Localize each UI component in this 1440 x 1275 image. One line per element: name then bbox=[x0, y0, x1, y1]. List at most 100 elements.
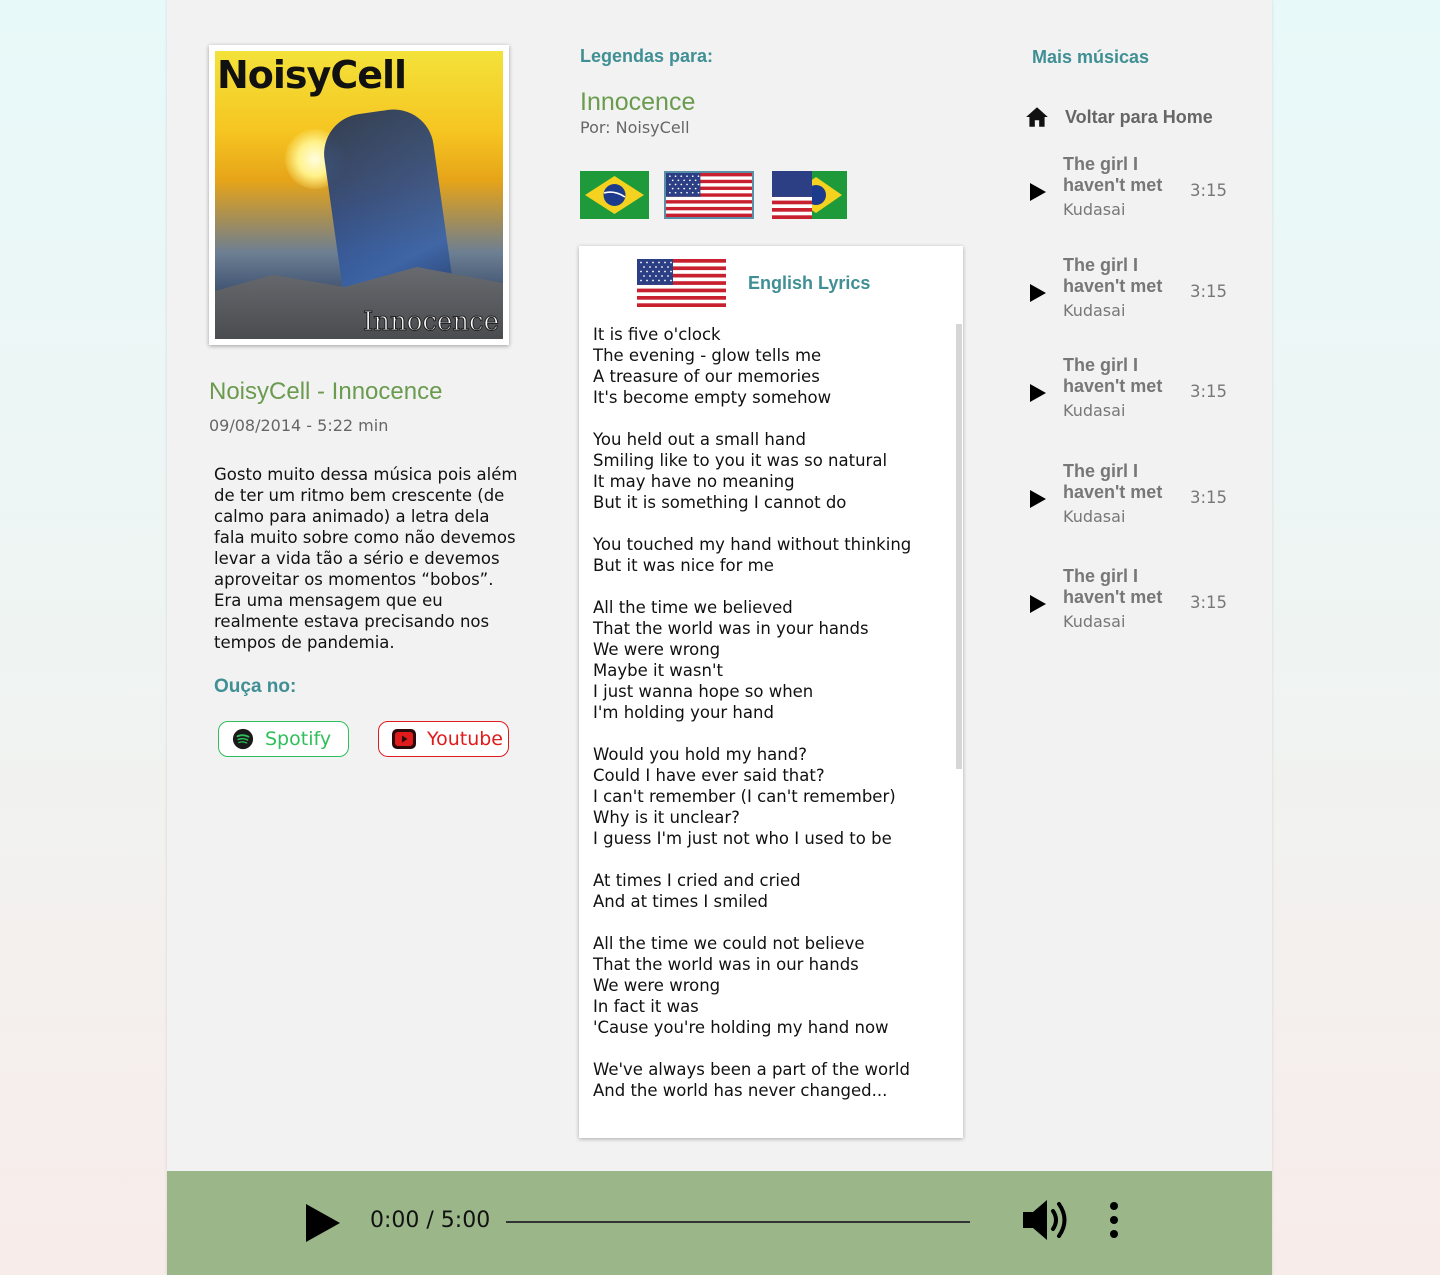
lyrics-line: I guess I'm just not who I used to be bbox=[593, 829, 892, 848]
song-meta: 09/08/2014 - 5:22 min bbox=[209, 416, 389, 435]
lyrics-line: You touched my hand without thinking bbox=[593, 535, 912, 554]
lyrics-body: It is five o'clock The evening - glow tel… bbox=[593, 324, 953, 1122]
play-icon[interactable] bbox=[1030, 384, 1046, 402]
lyrics-line: That the world was in our hands bbox=[593, 955, 859, 974]
play-icon[interactable] bbox=[1030, 284, 1046, 302]
cover-logo-text: NoisyCell bbox=[217, 53, 407, 97]
lyrics-line: Smiling like to you it was so natural bbox=[593, 451, 888, 470]
song-list-item-artist: Kudasai bbox=[1063, 612, 1126, 631]
lyrics-line: I just wanna hope so when bbox=[593, 682, 814, 701]
song-list-item-title: The girl I haven't met bbox=[1063, 255, 1163, 296]
back-home-label: Voltar para Home bbox=[1065, 106, 1213, 127]
subtitles-song-artist: Por: NoisyCell bbox=[580, 118, 690, 137]
listen-label: Ouça no: bbox=[214, 676, 297, 697]
lyrics-stanza: It is five o'clock The evening - glow tel… bbox=[593, 324, 953, 408]
song-list-item-title: The girl I haven't met bbox=[1063, 154, 1163, 195]
player-play-icon[interactable] bbox=[306, 1204, 340, 1242]
youtube-button[interactable]: Youtube bbox=[378, 721, 509, 757]
lyrics-header: English Lyrics bbox=[579, 246, 963, 320]
song-list-item-title: The girl I haven't met bbox=[1063, 566, 1163, 607]
lyrics-stanza: You held out a small hand Smiling like to… bbox=[593, 429, 953, 513]
lyrics-line: Maybe it wasn't bbox=[593, 661, 723, 680]
usa-flag-icon bbox=[637, 259, 726, 307]
subtitles-label: Legendas para: bbox=[580, 46, 714, 66]
lyrics-line: And the world has never changed... bbox=[593, 1081, 888, 1100]
play-icon[interactable] bbox=[1030, 490, 1046, 508]
back-home-link[interactable]: Voltar para Home bbox=[1024, 104, 1213, 130]
bilingual-flag-button[interactable] bbox=[772, 171, 847, 219]
song-list-item-duration: 3:15 bbox=[1190, 382, 1228, 401]
lyrics-line: Could I have ever said that? bbox=[593, 766, 825, 785]
lyrics-stanza: At times I cried and cried And at times I… bbox=[593, 870, 953, 912]
subtitles-song-title: Innocence bbox=[580, 88, 696, 116]
youtube-icon bbox=[392, 729, 416, 749]
lyrics-line: I'm holding your hand bbox=[593, 703, 774, 722]
lyrics-card: English Lyrics It is five o'clock The eve… bbox=[579, 246, 963, 1138]
lyrics-stanza: You touched my hand without thinking But … bbox=[593, 534, 953, 576]
volume-icon[interactable] bbox=[1023, 1197, 1073, 1243]
cover-subtitle-text: Innocence bbox=[362, 307, 499, 338]
song-list-item-artist: Kudasai bbox=[1063, 200, 1126, 219]
song-list-item-artist: Kudasai bbox=[1063, 301, 1126, 320]
audio-player-bar: 0:00 / 5:00 bbox=[167, 1171, 1272, 1275]
lyrics-stanza: All the time we could not believe That th… bbox=[593, 933, 953, 1038]
song-heading: NoisyCell - Innocence bbox=[209, 378, 443, 405]
song-list-item-title: The girl I haven't met bbox=[1063, 461, 1163, 502]
song-list-item[interactable]: The girl I haven't met Kudasai 3:15 bbox=[1027, 255, 1237, 335]
play-icon[interactable] bbox=[1030, 183, 1046, 201]
lyrics-line: And at times I smiled bbox=[593, 892, 768, 911]
song-list-item-artist: Kudasai bbox=[1063, 401, 1126, 420]
lyrics-line: Would you hold my hand? bbox=[593, 745, 807, 764]
page: NoisyCell Innocence NoisyCell - Innocenc… bbox=[167, 0, 1272, 1275]
lyrics-line: In fact it was bbox=[593, 997, 699, 1016]
song-list-item-duration: 3:15 bbox=[1190, 488, 1228, 507]
lyrics-line: I can't remember (I can't remember) bbox=[593, 787, 896, 806]
lyrics-line: We've always been a part of the world bbox=[593, 1060, 910, 1079]
lyrics-line: It is five o'clock bbox=[593, 325, 721, 344]
home-icon bbox=[1026, 107, 1048, 127]
song-list-item-duration: 3:15 bbox=[1190, 593, 1228, 612]
lyrics-line: It may have no meaning bbox=[593, 472, 795, 491]
lyrics-stanza: We've always been a part of the world And… bbox=[593, 1059, 953, 1101]
lyrics-line: We were wrong bbox=[593, 640, 721, 659]
spotify-button[interactable]: Spotify bbox=[218, 721, 349, 757]
album-cover: NoisyCell Innocence bbox=[209, 45, 509, 345]
album-cover-art: NoisyCell Innocence bbox=[215, 51, 503, 339]
lyrics-line: That the world was in your hands bbox=[593, 619, 869, 638]
song-list-item-duration: 3:15 bbox=[1190, 282, 1228, 301]
more-vertical-icon[interactable] bbox=[1107, 1201, 1121, 1239]
youtube-label: Youtube bbox=[427, 728, 503, 750]
play-icon[interactable] bbox=[1030, 595, 1046, 613]
lyrics-line: But it is something I cannot do bbox=[593, 493, 847, 512]
lyrics-line: 'Cause you're holding my hand now bbox=[593, 1018, 889, 1037]
lyrics-stanza: All the time we believed That the world w… bbox=[593, 597, 953, 723]
brazil-flag-button[interactable] bbox=[580, 171, 649, 219]
lyrics-line: A treasure of our memories bbox=[593, 367, 820, 386]
song-list-item-artist: Kudasai bbox=[1063, 507, 1126, 526]
lyrics-line: You held out a small hand bbox=[593, 430, 806, 449]
spotify-label: Spotify bbox=[265, 728, 332, 750]
song-list-item[interactable]: The girl I haven't met Kudasai 3:15 bbox=[1027, 461, 1237, 541]
lyrics-line: We were wrong bbox=[593, 976, 721, 995]
more-songs-title: Mais músicas bbox=[1032, 47, 1150, 67]
lyrics-line: But it was nice for me bbox=[593, 556, 774, 575]
song-list-item[interactable]: The girl I haven't met Kudasai 3:15 bbox=[1027, 154, 1237, 234]
lyrics-line: All the time we could not believe bbox=[593, 934, 865, 953]
lyrics-line: The evening - glow tells me bbox=[593, 346, 822, 365]
song-description: Gosto muito dessa música pois além de te… bbox=[214, 465, 518, 652]
lyrics-language-label: English Lyrics bbox=[748, 273, 871, 293]
player-progress-track[interactable] bbox=[506, 1221, 970, 1223]
lyrics-line: At times I cried and cried bbox=[593, 871, 801, 890]
usa-flag-button[interactable] bbox=[664, 171, 754, 219]
song-list-item[interactable]: The girl I haven't met Kudasai 3:15 bbox=[1027, 566, 1237, 646]
lyrics-line: Why is it unclear? bbox=[593, 808, 740, 827]
song-list-item[interactable]: The girl I haven't met Kudasai 3:15 bbox=[1027, 355, 1237, 435]
lyrics-scrollbar[interactable] bbox=[956, 324, 962, 769]
lyrics-stanza: Would you hold my hand? Could I have ever… bbox=[593, 744, 953, 849]
lyrics-line: All the time we believed bbox=[593, 598, 793, 617]
song-list-item-duration: 3:15 bbox=[1190, 181, 1228, 200]
lyrics-line: It's become empty somehow bbox=[593, 388, 832, 407]
song-list-item-title: The girl I haven't met bbox=[1063, 355, 1163, 396]
player-time: 0:00 / 5:00 bbox=[370, 1208, 491, 1233]
spotify-icon bbox=[232, 728, 254, 750]
